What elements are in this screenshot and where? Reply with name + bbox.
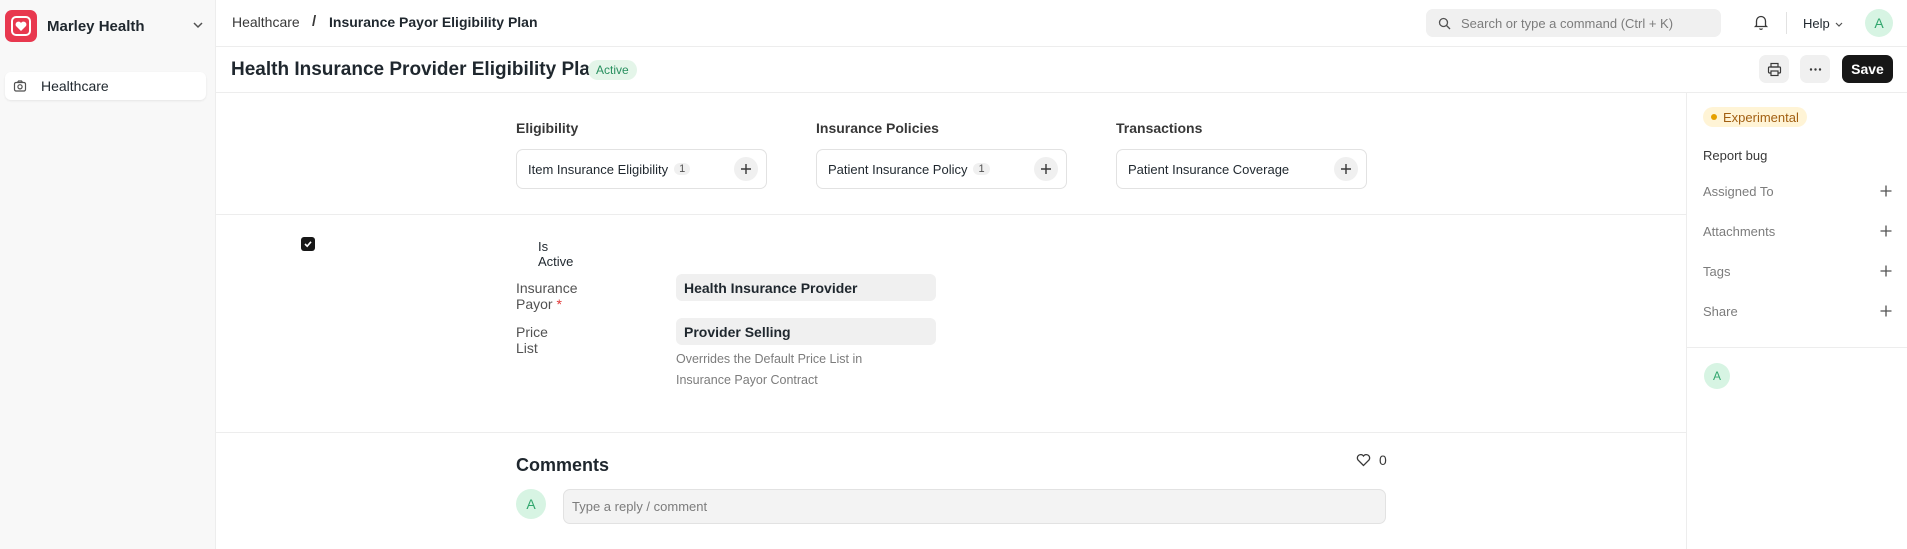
brand-logo [5, 10, 37, 42]
like-button[interactable]: 0 [1356, 452, 1387, 468]
assigned-to-row[interactable]: Assigned To [1703, 184, 1893, 199]
price-list-label: Price List [516, 324, 548, 356]
add-connection-button[interactable] [1034, 157, 1058, 181]
printer-icon [1767, 62, 1781, 76]
connection-patient-insurance-coverage[interactable]: Patient Insurance Coverage [1116, 149, 1367, 189]
search-icon [1438, 17, 1451, 29]
connection-label: Patient Insurance Policy [828, 161, 968, 177]
price-list-field[interactable]: Provider Selling [676, 318, 936, 345]
divider [1687, 347, 1907, 348]
price-list-help-text: Overrides the Default Price List in Insu… [676, 352, 863, 387]
notification-bell-icon[interactable] [1752, 13, 1770, 31]
plus-icon [1041, 164, 1051, 174]
connection-count: 1 [973, 163, 990, 175]
heart-icon [1356, 453, 1371, 467]
insurance-payor-label-text: Insurance Payor [516, 280, 578, 312]
tags-row[interactable]: Tags [1703, 264, 1893, 279]
form-body: Eligibility Item Insurance Eligibility 1… [216, 93, 1686, 549]
divider [1786, 12, 1787, 34]
viewer-avatar: A [1704, 363, 1730, 389]
is-active-checkbox[interactable] [301, 237, 315, 251]
report-bug-link[interactable]: Report bug [1703, 148, 1767, 163]
top-navbar: Healthcare / Insurance Payor Eligibility… [216, 0, 1907, 47]
heart-logo-icon [11, 16, 31, 36]
comment-avatar: A [516, 489, 546, 519]
camera-icon [13, 80, 27, 92]
plus-icon [1341, 164, 1351, 174]
share-row[interactable]: Share [1703, 304, 1893, 319]
add-connection-button[interactable] [734, 157, 758, 181]
check-icon [304, 241, 312, 248]
print-button[interactable] [1759, 55, 1789, 83]
page-title: Health Insurance Provider Eligibility Pl… [231, 59, 602, 80]
like-count: 0 [1379, 452, 1387, 468]
connections-heading-transactions: Transactions [1116, 120, 1203, 136]
insurance-payor-label: Insurance Payor * [516, 280, 577, 312]
comments-title: Comments [516, 455, 610, 475]
status-badge: Active [588, 60, 637, 80]
sidebar-item-healthcare[interactable]: Healthcare [5, 72, 206, 100]
connection-item-insurance-eligibility[interactable]: Item Insurance Eligibility 1 [516, 149, 767, 189]
plus-icon[interactable] [1879, 184, 1893, 198]
chevron-down-icon [1835, 22, 1843, 27]
experimental-badge: Experimental [1703, 107, 1807, 127]
plus-icon [741, 164, 751, 174]
add-connection-button[interactable] [1334, 157, 1358, 181]
connection-count: 1 [674, 163, 691, 175]
help-label: Help [1803, 16, 1830, 31]
help-dropdown[interactable]: Help [1803, 16, 1844, 31]
form-sidebar: Experimental Report bug Assigned To Atta… [1686, 93, 1907, 549]
breadcrumb-separator: / [312, 13, 317, 30]
sidebar: Marley Health Healthcare [0, 0, 216, 549]
comment-input[interactable]: Type a reply / comment [563, 489, 1386, 524]
plus-icon[interactable] [1879, 304, 1893, 318]
assigned-to-label: Assigned To [1703, 184, 1774, 199]
search-input[interactable]: Search or type a command (Ctrl + K) [1426, 9, 1721, 37]
connection-label: Patient Insurance Coverage [1128, 161, 1290, 177]
is-active-label: Is Active [538, 239, 574, 269]
experimental-label: Experimental [1723, 109, 1799, 125]
plus-icon[interactable] [1879, 224, 1893, 238]
sidebar-item-label: Healthcare [41, 78, 109, 94]
tags-label: Tags [1703, 264, 1731, 279]
more-horizontal-icon [1809, 67, 1821, 71]
workspace-name: Marley Health [47, 17, 145, 35]
connection-patient-insurance-policy[interactable]: Patient Insurance Policy 1 [816, 149, 1067, 189]
attachments-label: Attachments [1703, 224, 1776, 239]
breadcrumb-doctype[interactable]: Insurance Payor Eligibility Plan [329, 14, 538, 30]
chevron-down-icon[interactable] [191, 18, 205, 32]
required-marker: * [556, 296, 562, 312]
search-placeholder: Search or type a command (Ctrl + K) [1461, 15, 1674, 31]
connections-heading-insurance-policies: Insurance Policies [816, 120, 939, 136]
connection-label: Item Insurance Eligibility [528, 161, 669, 177]
insurance-payor-field[interactable]: Health Insurance Provider [676, 274, 936, 301]
connections-heading-eligibility: Eligibility [516, 120, 579, 136]
plus-icon[interactable] [1879, 264, 1893, 278]
share-label: Share [1703, 304, 1738, 319]
user-avatar[interactable]: A [1865, 9, 1893, 37]
save-button[interactable]: Save [1842, 55, 1893, 83]
connections-section: Eligibility Item Insurance Eligibility 1… [216, 93, 1686, 215]
attachments-row[interactable]: Attachments [1703, 224, 1893, 239]
breadcrumb-healthcare[interactable]: Healthcare [232, 14, 300, 30]
workspace-switcher[interactable]: Marley Health [5, 10, 205, 42]
status-dot [1711, 114, 1717, 120]
page-header: Health Insurance Provider Eligibility Pl… [216, 47, 1907, 93]
more-actions-button[interactable] [1800, 55, 1830, 83]
details-section [216, 215, 1686, 433]
